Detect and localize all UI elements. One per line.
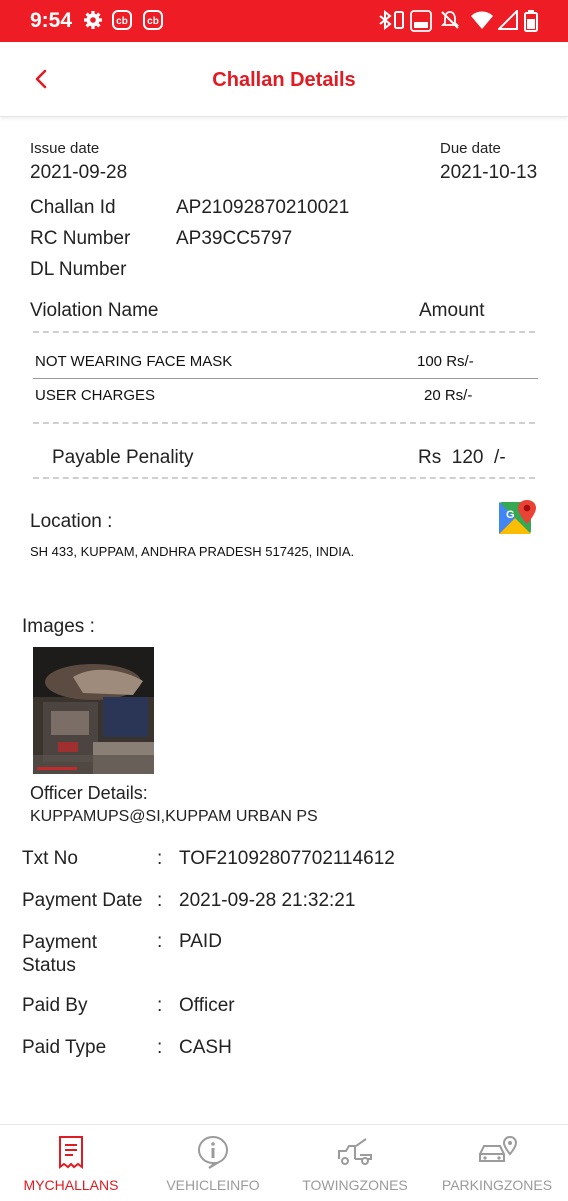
officer-details-label: Officer Details: [30, 783, 148, 803]
app-bar: Challan Details [0, 42, 568, 117]
cb-app-icon-2: cb [143, 10, 163, 30]
violation-row-amount: 100 Rs/- [417, 353, 474, 370]
rc-number-value: AP39CC5797 [176, 228, 293, 249]
payment-date-label: Payment Date [22, 890, 143, 911]
dl-number-label: DL Number [30, 259, 127, 280]
info-icon [197, 1135, 229, 1169]
paid-by-value: Officer [179, 995, 235, 1016]
due-date-label: Due date [440, 140, 501, 157]
issue-date-value: 2021-09-28 [30, 162, 128, 183]
rc-number-label: RC Number [30, 228, 131, 249]
status-bar: 9:54 cb cb [0, 0, 568, 42]
volte-icon [410, 10, 432, 32]
violation-row-amount: 20 Rs/- [424, 387, 473, 404]
divider [33, 331, 535, 333]
colon: : [157, 931, 163, 952]
colon: : [157, 995, 163, 1016]
challan-id-label: Challan Id [30, 197, 116, 218]
google-maps-icon[interactable]: G [499, 499, 537, 537]
nav-parkingzones[interactable]: PARKINGZONES [426, 1125, 568, 1201]
bottom-navigation: MYCHALLANS VEHICLEINFO TOWINGZONES PARKI… [0, 1124, 568, 1201]
paid-type-label: Paid Type [22, 1037, 107, 1058]
nav-label: PARKINGZONES [441, 1177, 553, 1193]
nav-label: MYCHALLANS [23, 1177, 119, 1193]
colon: : [157, 890, 163, 911]
settings-icon [84, 11, 102, 29]
paid-by-label: Paid By [22, 995, 88, 1016]
payable-penalty-label: Payable Penality [52, 447, 194, 468]
violation-name-header: Violation Name [30, 300, 159, 321]
status-time: 9:54 [30, 9, 73, 32]
divider [33, 422, 535, 424]
nav-label: VEHICLEINFO [166, 1177, 260, 1193]
txt-no-label: Txt No [22, 848, 78, 869]
svg-text:G: G [506, 509, 515, 521]
payment-date-value: 2021-09-28 21:32:21 [179, 890, 356, 911]
payable-penalty-amount: Rs 120 /- [418, 447, 506, 468]
nav-label: TOWINGZONES [302, 1177, 408, 1193]
paid-type-value: CASH [179, 1037, 232, 1058]
page-title: Challan Details [212, 69, 356, 91]
wifi-icon [471, 11, 493, 29]
challan-photo[interactable] [33, 647, 154, 774]
bluetooth-icon [379, 10, 392, 30]
payment-status-value: PAID [179, 931, 222, 952]
divider [33, 378, 538, 379]
nav-vehicleinfo[interactable]: VEHICLEINFO [142, 1125, 284, 1201]
violation-row-name: NOT WEARING FACE MASK [35, 353, 233, 370]
issue-date-label: Issue date [30, 140, 100, 157]
payment-status-label: Payment Status [22, 932, 97, 976]
txt-no-value: TOF21092807702114612 [179, 848, 395, 869]
location-label: Location : [30, 511, 113, 532]
officer-details-value: KUPPAMUPS@SI,KUPPAM URBAN PS [30, 808, 318, 825]
images-label: Images : [22, 616, 95, 637]
receipt-icon [59, 1136, 83, 1169]
nav-towingzones[interactable]: TOWINGZONES [284, 1125, 426, 1201]
signal-icon [498, 10, 518, 30]
battery-icon [524, 10, 538, 32]
vibrate-icon [394, 11, 404, 29]
colon: : [157, 1037, 163, 1058]
divider [33, 477, 535, 479]
challan-id-value: AP21092870210021 [176, 197, 350, 218]
nav-mychallans[interactable]: MYCHALLANS [0, 1125, 142, 1201]
parking-car-icon [479, 1135, 517, 1162]
mute-bell-icon [440, 11, 460, 29]
tow-truck-icon [338, 1138, 372, 1165]
violation-row-name: USER CHARGES [35, 387, 156, 404]
colon: : [157, 848, 163, 869]
cb-app-icon: cb [112, 10, 132, 30]
location-address: SH 433, KUPPAM, ANDHRA PRADESH 517425, I… [30, 544, 355, 559]
due-date-value: 2021-10-13 [440, 162, 538, 183]
amount-header: Amount [419, 300, 485, 321]
